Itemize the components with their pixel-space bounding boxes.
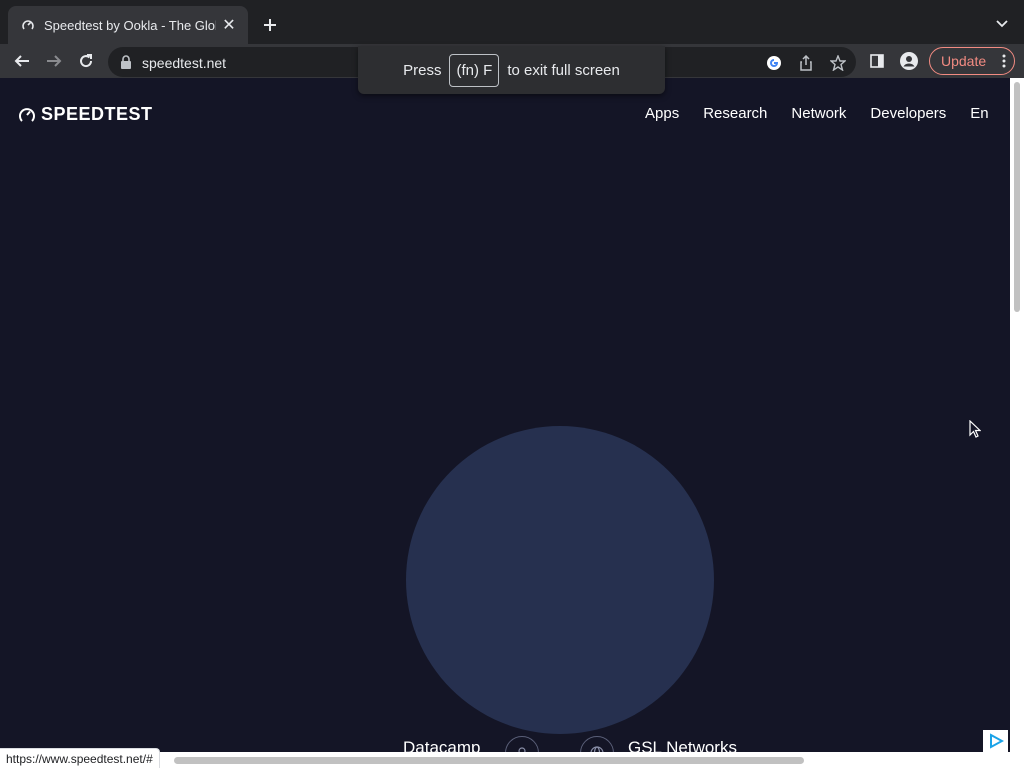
status-bar-url: https://www.speedtest.net/# [0, 748, 160, 768]
update-button[interactable]: Update [929, 47, 1015, 75]
back-icon[interactable] [10, 49, 34, 73]
speedtest-page: SPEEDTEST Apps Research Network Develope… [0, 78, 1010, 768]
profile-avatar-icon[interactable] [898, 50, 920, 72]
reload-icon[interactable] [74, 49, 98, 73]
nav-research[interactable]: Research [703, 105, 767, 122]
update-label: Update [941, 53, 987, 69]
go-test-circle[interactable] [406, 426, 714, 734]
ad-choices-icon[interactable] [983, 730, 1008, 752]
lock-icon [120, 55, 132, 69]
chevron-down-icon[interactable] [992, 14, 1012, 34]
url-text: speedtest.net [142, 55, 227, 71]
nav-language[interactable]: En [970, 105, 988, 122]
nav-network[interactable]: Network [791, 105, 846, 122]
nav-developers[interactable]: Developers [870, 105, 946, 122]
side-panel-icon[interactable] [866, 50, 888, 72]
horizontal-scroll-thumb[interactable] [174, 757, 804, 764]
nav-apps[interactable]: Apps [645, 105, 679, 122]
forward-icon[interactable] [42, 49, 66, 73]
browser-tab[interactable]: Speedtest by Ookla - The Glob ✕ [8, 6, 248, 44]
main-nav: Apps Research Network Developers En [645, 105, 989, 122]
fullscreen-toast: Press (fn) F to exit full screen [358, 46, 665, 94]
bookmark-star-icon[interactable] [827, 52, 849, 74]
vertical-scrollbar[interactable] [1010, 78, 1024, 768]
close-tab-icon[interactable]: ✕ [220, 16, 238, 34]
tab-title: Speedtest by Ookla - The Glob [44, 17, 216, 33]
gauge-icon [19, 107, 35, 122]
mouse-cursor-icon [969, 419, 982, 443]
tab-strip: Speedtest by Ookla - The Glob ✕ [0, 0, 1024, 44]
google-icon[interactable] [763, 52, 785, 74]
speedtest-favicon-icon [20, 17, 36, 33]
new-tab-icon[interactable] [258, 13, 282, 37]
toast-suffix: to exit full screen [507, 61, 620, 79]
speedtest-logo[interactable]: SPEEDTEST [18, 104, 153, 125]
share-icon[interactable] [795, 52, 817, 74]
toast-key: (fn) F [449, 53, 500, 87]
menu-dots-icon[interactable] [1002, 54, 1006, 71]
logo-text: SPEEDTEST [41, 104, 153, 124]
vertical-scroll-thumb[interactable] [1014, 82, 1020, 312]
toast-press: Press [403, 61, 442, 79]
